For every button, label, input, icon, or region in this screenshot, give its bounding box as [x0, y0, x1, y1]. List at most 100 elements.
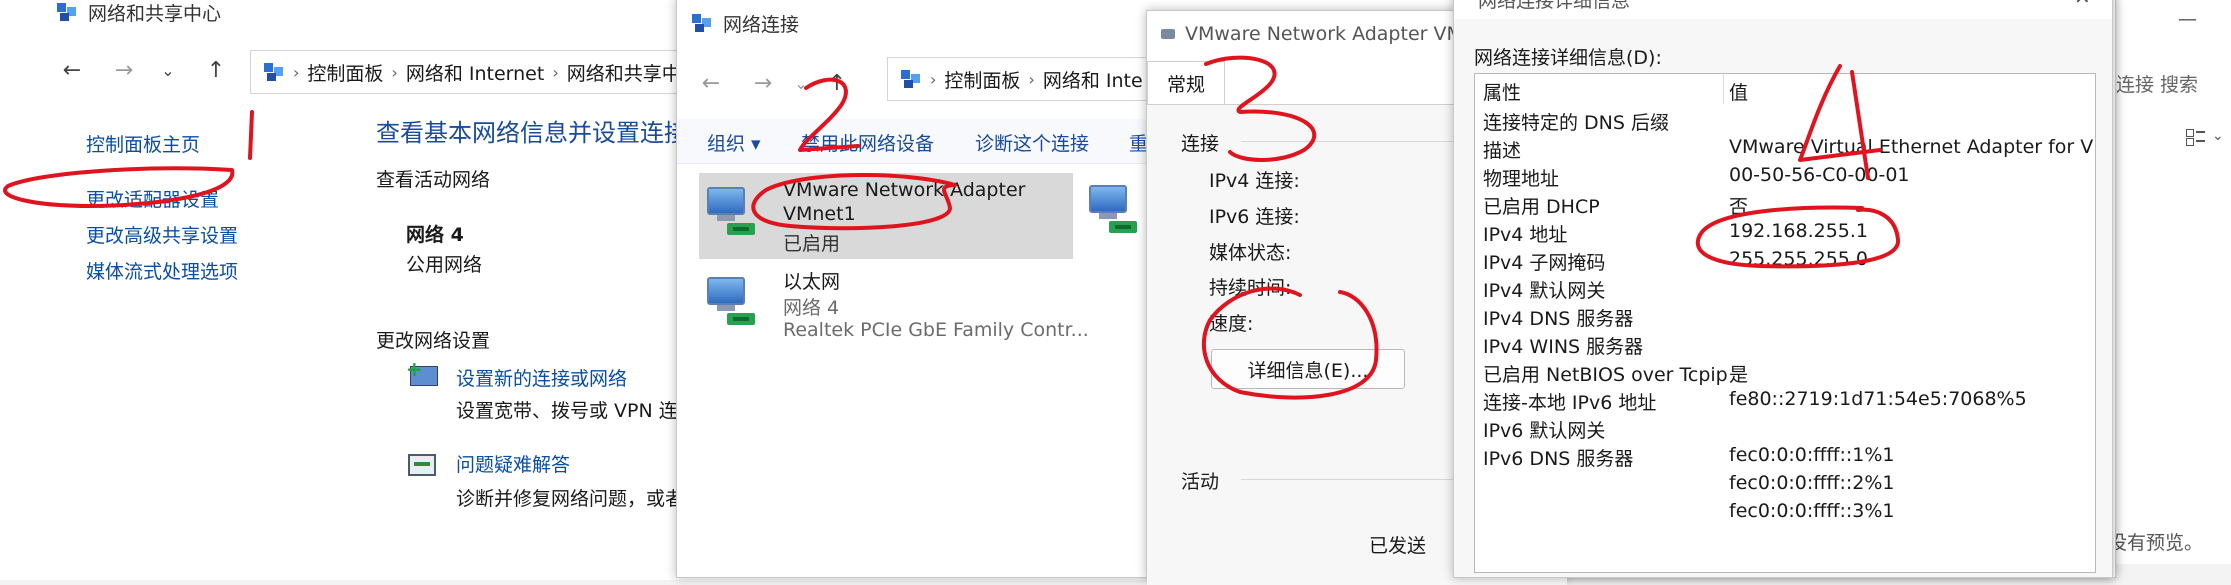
- details-button[interactable]: 详细信息(E)...: [1211, 349, 1405, 389]
- up-button[interactable]: ↑: [196, 50, 236, 90]
- speed-label: 速度:: [1209, 313, 1254, 335]
- dialog-title: 网络连接详细信息: [1478, 0, 1631, 12]
- details-row-value: fec0:0:0:ffff::2%1: [1729, 472, 1895, 494]
- organize-menu[interactable]: 组织 ▾: [707, 129, 761, 156]
- ipv6-connectivity-label: IPv6 连接:: [1209, 206, 1300, 228]
- details-row-value: fec0:0:0:ffff::1%1: [1729, 444, 1895, 466]
- duration-label: 持续时间:: [1209, 277, 1292, 299]
- sent-label: 已发送: [1369, 535, 1427, 557]
- disable-device-button[interactable]: 禁用此网络设备: [801, 129, 934, 156]
- network-status-icon: [1161, 29, 1175, 39]
- troubleshoot-icon: [406, 452, 440, 480]
- forward-button[interactable]: →: [743, 63, 783, 103]
- column-divider: [1723, 74, 1724, 104]
- sidebar-item-adapter-settings[interactable]: 更改适配器设置: [86, 185, 219, 212]
- details-label: 网络连接详细信息(D):: [1474, 47, 1662, 69]
- forward-button[interactable]: →: [104, 50, 144, 90]
- details-row-property: 物理地址: [1483, 168, 1560, 190]
- details-row-property: IPv4 默认网关: [1483, 280, 1606, 302]
- preview-pane-text: 没有预览。: [2108, 532, 2204, 554]
- breadcrumb-separator: ›: [552, 62, 559, 82]
- diagnose-button[interactable]: 诊断这个连接: [975, 129, 1089, 156]
- breadcrumb-separator: ›: [930, 69, 937, 89]
- control-panel-icon: [900, 69, 922, 89]
- page-title: 查看基本网络信息并设置连接: [376, 119, 688, 147]
- search-box[interactable]: 连接 搜索: [2116, 70, 2198, 97]
- connection-group-label: 连接: [1181, 133, 1220, 155]
- details-titlebar: 网络连接详细信息: [1454, 0, 2112, 19]
- adapter-name: VMware Network Adapter: [783, 179, 1026, 201]
- column-header-property[interactable]: 属性: [1483, 78, 1521, 105]
- control-panel-icon: [263, 62, 285, 82]
- network-adapter-icon[interactable]: [1085, 181, 1139, 237]
- network-connections-icon: [691, 13, 713, 33]
- recent-chevron-down-icon[interactable]: ⌄: [148, 50, 188, 90]
- minimize-button[interactable]: —: [2178, 8, 2197, 30]
- details-row-value: 否: [1729, 196, 1749, 218]
- connection-details-dialog: 网络连接详细信息 ✕ 网络连接详细信息(D): 属性 值 连接特定的 DNS 后…: [1453, 0, 2113, 578]
- details-row-property: IPv6 默认网关: [1483, 420, 1606, 442]
- details-row-property: IPv6 DNS 服务器: [1483, 448, 1634, 470]
- adapter-status: 网络 4: [783, 297, 840, 319]
- details-row-property: IPv4 地址: [1483, 224, 1568, 246]
- network-adapter-icon: [703, 183, 757, 239]
- sidebar-item-media-streaming[interactable]: 媒体流式处理选项: [86, 257, 238, 284]
- details-row-property: 已启用 NetBIOS over Tcpip: [1483, 364, 1728, 386]
- tab-general[interactable]: 常规: [1147, 61, 1225, 105]
- adapter-item-ethernet[interactable]: 以太网 网络 4 Realtek PCIe GbE Family Contr..…: [699, 265, 1089, 351]
- sidebar-item-advanced-sharing[interactable]: 更改高级共享设置: [86, 221, 238, 248]
- back-button[interactable]: ←: [52, 50, 92, 90]
- media-state-label: 媒体状态:: [1209, 242, 1292, 264]
- network-adapter-icon: [703, 273, 757, 329]
- view-options-icon[interactable]: [2186, 128, 2206, 146]
- network-type: 公用网络: [406, 254, 483, 276]
- details-row-value: VMware Virtual Ethernet Adapter for VMn: [1729, 136, 2096, 158]
- window-title: 网络连接: [723, 13, 800, 36]
- adapter-name-line2: VMnet1: [783, 203, 856, 225]
- details-row-property: 连接特定的 DNS 后缀: [1483, 112, 1669, 134]
- task-troubleshoot-desc: 诊断并修复网络问题，或者获: [456, 488, 704, 510]
- network-center-icon: [56, 2, 78, 22]
- breadcrumb-item[interactable]: 网络和 Internet: [406, 59, 544, 86]
- address-bar[interactable]: › 控制面板 › 网络和 Internet › 网络和共享中: [250, 50, 720, 94]
- adapter-item-vmnet1[interactable]: VMware Network Adapter VMnet1 已启用: [699, 173, 1073, 259]
- details-row-property: 已启用 DHCP: [1483, 196, 1600, 218]
- chevron-down-icon: ⌄: [2212, 128, 2224, 144]
- window-title: 网络和共享中心: [88, 2, 222, 25]
- sidebar-item-home[interactable]: 控制面板主页: [86, 130, 200, 157]
- details-row-value: fec0:0:0:ffff::3%1: [1729, 500, 1895, 522]
- details-row-property: IPv4 DNS 服务器: [1483, 308, 1634, 330]
- details-row-value: 是: [1729, 364, 1749, 386]
- ipv4-connectivity-label: IPv4 连接:: [1209, 170, 1300, 192]
- adapter-device: Realtek PCIe GbE Family Contr...: [783, 319, 1089, 341]
- details-row-value: 00-50-56-C0-00-01: [1729, 164, 1910, 186]
- adapter-status: 已启用: [783, 233, 841, 255]
- details-row-property: IPv4 子网掩码: [1483, 252, 1606, 274]
- task-new-connection[interactable]: 设置新的连接或网络: [456, 364, 627, 391]
- close-icon[interactable]: ✕: [2074, 0, 2091, 9]
- details-row-property: 连接-本地 IPv6 地址: [1483, 392, 1657, 414]
- details-row-value: 255.255.255.0: [1729, 248, 1869, 270]
- back-button[interactable]: ←: [691, 63, 731, 103]
- dialog-title: VMware Network Adapter VMnet: [1185, 23, 1495, 45]
- breadcrumb-item[interactable]: 网络和 Inte: [1043, 66, 1143, 93]
- breadcrumb-separator: ›: [1028, 69, 1035, 89]
- adapter-name: 以太网: [783, 271, 841, 293]
- breadcrumb-item[interactable]: 控制面板: [307, 59, 383, 86]
- details-list[interactable]: 属性 值 连接特定的 DNS 后缀 描述 VMware Virtual Ethern…: [1474, 73, 2096, 573]
- column-header-value[interactable]: 值: [1729, 78, 1748, 105]
- details-row-property: 描述: [1483, 140, 1522, 162]
- task-new-connection-desc: 设置宽带、拨号或 VPN 连接: [456, 400, 697, 422]
- network-name: 网络 4: [406, 224, 464, 246]
- task-troubleshoot[interactable]: 问题疑难解答: [456, 450, 570, 477]
- new-connection-icon: +: [406, 359, 440, 392]
- details-row-value: 192.168.255.1: [1729, 220, 1869, 242]
- recent-chevron-down-icon[interactable]: ⌄: [781, 63, 821, 103]
- breadcrumb-item[interactable]: 控制面板: [944, 66, 1020, 93]
- active-networks-label: 查看活动网络: [376, 169, 491, 191]
- breadcrumb-item[interactable]: 网络和共享中: [567, 59, 681, 86]
- up-button[interactable]: ↑: [817, 63, 857, 103]
- activity-group-label: 活动: [1181, 471, 1220, 493]
- breadcrumb-separator: ›: [391, 62, 398, 82]
- change-settings-label: 更改网络设置: [376, 330, 491, 352]
